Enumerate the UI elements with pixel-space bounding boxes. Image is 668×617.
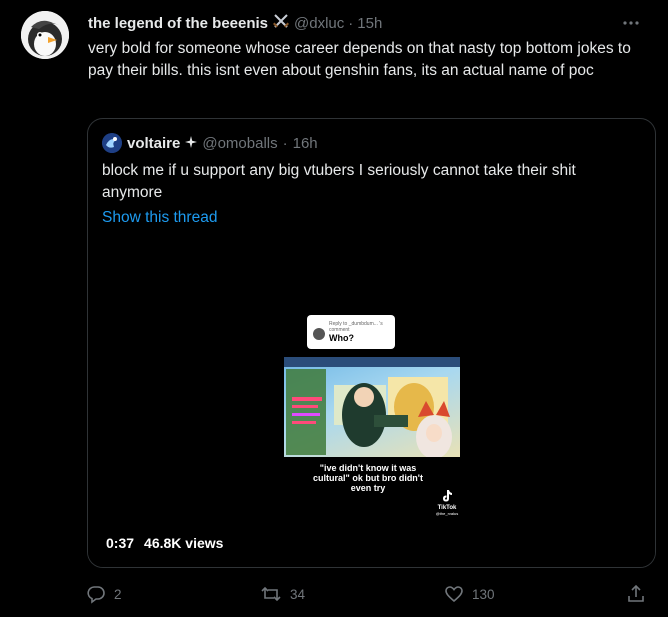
share-button[interactable] xyxy=(626,582,646,606)
quoted-author-avatar xyxy=(102,133,122,153)
reply-comment-text: Who? xyxy=(329,333,354,343)
video-frame-image xyxy=(284,357,460,457)
quoted-tweet-header: voltaire @omoballs · 16h xyxy=(102,132,318,154)
like-count: 130 xyxy=(472,586,495,602)
reply-count: 2 xyxy=(114,586,122,602)
video-views: 46.8K views xyxy=(144,535,224,551)
author-name[interactable]: the legend of the beeenis xyxy=(88,15,268,32)
quoted-tweet-text: block me if u support any big vtubers I … xyxy=(102,162,576,201)
video-stats: 0:37 46.8K views xyxy=(106,535,223,551)
reply-comment-bubble: Reply to _dumbdum... 's comment Who? xyxy=(307,315,395,349)
tiktok-watermark: TikTok @the_rvalus xyxy=(432,489,462,516)
author-avatar[interactable] xyxy=(21,11,69,59)
video-caption: "ive didn't know it was cultural" ok but… xyxy=(313,463,423,493)
like-button[interactable]: 130 xyxy=(444,582,495,606)
quoted-separator-dot: · xyxy=(282,134,288,152)
heart-icon xyxy=(444,584,464,604)
retweet-count: 34 xyxy=(290,586,306,602)
comment-avatar xyxy=(313,328,325,340)
quoted-tweet[interactable]: voltaire @omoballs · 16h block me if u s… xyxy=(87,118,656,568)
sparkle-icon xyxy=(185,135,198,152)
video-duration: 0:37 xyxy=(106,535,135,551)
more-options-icon[interactable] xyxy=(620,12,642,34)
tiktok-handle: @the_rvalus xyxy=(435,511,459,516)
retweet-button[interactable]: 34 xyxy=(260,582,305,606)
author-handle[interactable]: @dxluc xyxy=(294,15,344,32)
tweet-text: very bold for someone whose career depen… xyxy=(88,40,631,79)
show-thread-link[interactable]: Show this thread xyxy=(102,209,217,227)
tweet-actions: 2 34 130 xyxy=(86,582,656,606)
share-icon xyxy=(626,584,646,604)
video-player[interactable]: Reply to _dumbdum... 's comment Who? "iv… xyxy=(88,237,655,567)
tweet-time[interactable]: 15h xyxy=(357,15,382,32)
quoted-tweet-time: 16h xyxy=(292,134,318,152)
reply-button[interactable]: 2 xyxy=(86,582,122,606)
reply-comment-sub: Reply to _dumbdum... 's comment xyxy=(329,321,383,333)
tiktok-icon xyxy=(443,490,452,502)
separator-dot: · xyxy=(348,14,354,32)
crossed-swords-icon xyxy=(272,12,290,34)
quoted-author-handle: @omoballs xyxy=(202,134,278,152)
quoted-author-name: voltaire xyxy=(127,134,181,152)
tweet-header: the legend of the beeenis @dxluc · 15h xyxy=(88,12,628,34)
reply-icon xyxy=(86,584,106,604)
retweet-icon xyxy=(260,584,282,604)
